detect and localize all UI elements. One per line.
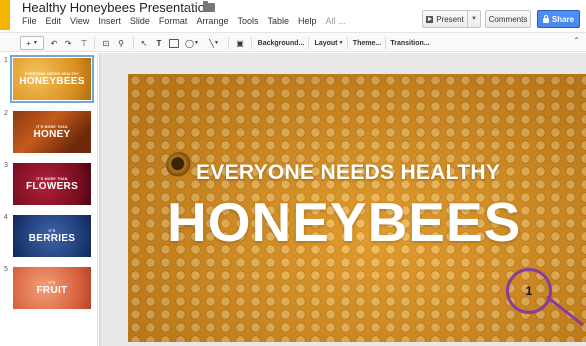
thumb-title: HONEY — [33, 128, 71, 140]
toolbar-divider — [251, 37, 252, 49]
thumb-title: HONEYBEES — [19, 75, 85, 87]
thumb-title: BERRIES — [28, 232, 76, 244]
share-button[interactable]: Share — [537, 10, 580, 28]
thumb-subtitle: EVERYONE NEEDS HEALTHY — [25, 71, 79, 76]
zoom-icon: ⚲ — [118, 38, 124, 48]
toolbar-divider — [308, 37, 309, 49]
thumb-subtitle: IT'S MORE THAN — [36, 176, 68, 181]
present-dropdown-button[interactable]: ▼ — [467, 10, 481, 28]
slide-thumbnail-1[interactable]: EVERYONE NEEDS HEALTHY HONEYBEES — [10, 55, 94, 103]
bee-icon — [166, 152, 192, 178]
plus-icon: + — [26, 38, 31, 48]
line-button[interactable]: ╲ ▼ — [205, 36, 223, 50]
toolbar-divider — [94, 37, 95, 49]
slide-number: 4 — [4, 214, 8, 221]
chevron-down-icon: ▼ — [194, 40, 199, 46]
present-button[interactable]: Present — [422, 10, 468, 28]
toolbar: + ▼ ↶ ↷ ⊤ ⊡ ⚲ ↖ T ◯ ▼ ╲ ▼ ▣ Background... L… — [0, 32, 586, 52]
slide-thumbnail-4[interactable]: IT'S BERRIES — [13, 215, 91, 257]
thumb-title: FLOWERS — [25, 180, 79, 192]
chevron-down-icon: ▼ — [32, 40, 38, 46]
image-icon — [169, 38, 179, 48]
star-icon[interactable]: ☆ — [186, 0, 197, 14]
insert-image-button[interactable] — [168, 36, 180, 50]
annotation-callout-number: 1 — [525, 284, 533, 298]
chevron-down-icon: ▼ — [213, 40, 219, 46]
zoom-button[interactable]: ⚲ — [114, 36, 128, 50]
comment-icon: ▣ — [236, 38, 244, 48]
menu-view[interactable]: View — [70, 16, 89, 26]
filmstrip-divider[interactable] — [99, 53, 101, 346]
thumb-subtitle: IT'S MORE THAN — [36, 124, 68, 129]
thumb-subtitle: IT'S — [48, 280, 56, 285]
share-label: Share — [551, 14, 575, 24]
slide-thumbnail-2[interactable]: IT'S MORE THAN HONEY — [13, 111, 91, 153]
theme-button[interactable]: Theme... — [352, 36, 382, 50]
document-title[interactable]: Healthy Honeybees Presentation — [22, 0, 212, 15]
cursor-icon: ↖ — [140, 38, 148, 48]
shape-button[interactable]: ◯ ▼ — [182, 36, 202, 50]
menu-help[interactable]: Help — [298, 16, 317, 26]
text-box-icon: T — [156, 38, 162, 48]
slide-number: 5 — [4, 266, 8, 273]
comment-button[interactable]: ▣ — [234, 36, 246, 50]
slide-thumbnail-3[interactable]: IT'S MORE THAN FLOWERS — [13, 163, 91, 205]
layout-label: Layout — [314, 39, 338, 47]
fit-icon: ⊡ — [102, 38, 110, 48]
layout-button[interactable]: Layout ▼ — [314, 36, 344, 50]
slide-number: 3 — [4, 162, 8, 169]
redo-icon: ↷ — [64, 38, 72, 48]
slides-app-logo[interactable] — [0, 0, 10, 30]
menu-edit[interactable]: Edit — [46, 16, 62, 26]
menu-arrange[interactable]: Arrange — [196, 16, 228, 26]
folder-icon[interactable] — [203, 1, 215, 12]
collapse-toolbar-icon[interactable]: ⌃ — [573, 36, 580, 45]
fit-button[interactable]: ⊡ — [100, 36, 112, 50]
text-box-button[interactable]: T — [153, 36, 165, 50]
new-slide-button[interactable]: + ▼ — [20, 36, 44, 50]
menu-all-changes[interactable]: All ... — [326, 16, 346, 26]
chevron-down-icon: ▼ — [471, 16, 477, 22]
menu-slide[interactable]: Slide — [130, 16, 150, 26]
thumb-subtitle: IT'S — [48, 228, 56, 233]
menu-file[interactable]: File — [22, 16, 37, 26]
toolbar-divider — [385, 37, 386, 49]
menu-insert[interactable]: Insert — [98, 16, 121, 26]
select-tool-button[interactable]: ↖ — [138, 36, 150, 50]
slide-filmstrip: 1 EVERYONE NEEDS HEALTHY HONEYBEES 2 IT'… — [0, 53, 98, 346]
paint-format-icon: ⊤ — [80, 38, 88, 48]
shape-icon: ◯ — [185, 38, 194, 48]
annotation-callout-circle: 1 — [506, 268, 552, 314]
lock-icon — [542, 14, 549, 23]
undo-button[interactable]: ↶ — [48, 36, 60, 50]
menu-bar: File Edit View Insert Slide Format Arran… — [22, 16, 355, 26]
menu-table[interactable]: Table — [267, 16, 289, 26]
slide-thumbnail-5[interactable]: IT'S FRUIT — [13, 267, 91, 309]
menu-format[interactable]: Format — [159, 16, 188, 26]
transition-button[interactable]: Transition... — [390, 36, 430, 50]
comments-button[interactable]: Comments — [485, 10, 531, 28]
chevron-down-icon: ▼ — [338, 40, 344, 46]
background-button[interactable]: Background... — [258, 36, 305, 50]
toolbar-divider — [228, 37, 229, 49]
menu-tools[interactable]: Tools — [237, 16, 258, 26]
slide-number: 2 — [4, 110, 8, 117]
undo-icon: ↶ — [50, 38, 58, 48]
toolbar-divider — [347, 37, 348, 49]
present-label: Present — [436, 14, 464, 24]
redo-button[interactable]: ↷ — [62, 36, 74, 50]
slide-subtitle-text[interactable]: EVERYONE NEEDS HEALTHY — [196, 161, 500, 185]
present-icon — [426, 15, 434, 23]
paint-format-button[interactable]: ⊤ — [78, 36, 90, 50]
thumb-title: FRUIT — [36, 284, 68, 296]
toolbar-divider — [133, 37, 134, 49]
slide-title-text[interactable]: HONEYBEES — [167, 192, 521, 252]
slide-number: 1 — [4, 57, 8, 64]
